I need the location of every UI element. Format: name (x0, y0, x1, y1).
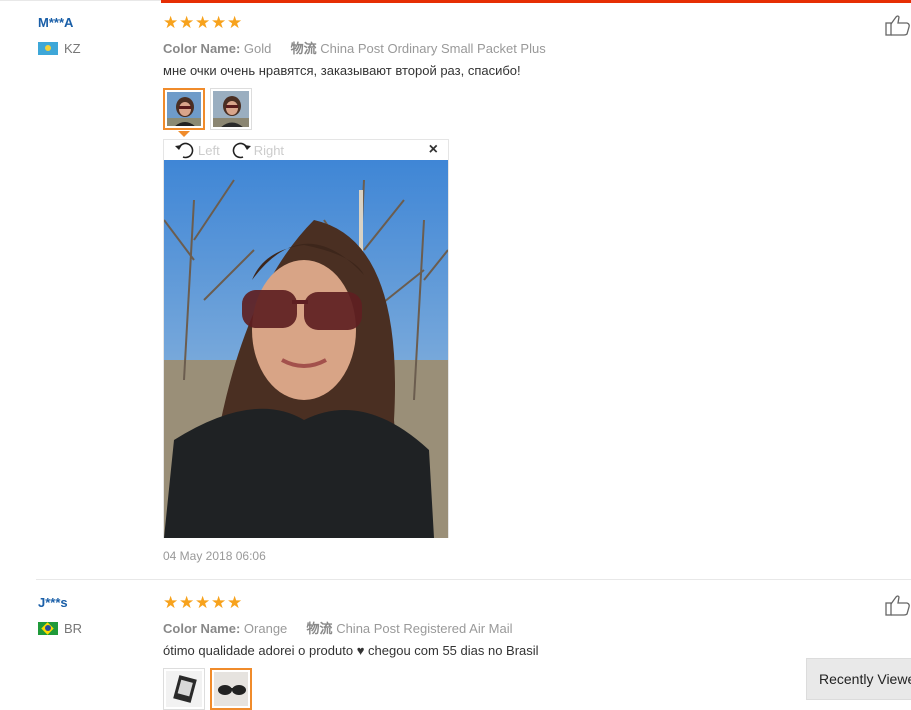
br-flag-icon (38, 622, 58, 635)
thumbs-up-icon (885, 15, 910, 36)
rotate-left-icon (175, 142, 194, 159)
star-icon: ★ (195, 13, 211, 32)
star-icon: ★ (163, 593, 179, 612)
review-photo-thumb[interactable] (210, 668, 252, 710)
review-item: J***s BR ★ ★ ★ ★ ★ Color Name: Orange 物流… (0, 580, 911, 710)
recently-viewed-button[interactable]: Recently Viewed (806, 658, 911, 700)
reviewer-country: KZ (38, 41, 81, 56)
country-code: KZ (64, 41, 81, 56)
like-button[interactable] (885, 14, 911, 36)
viewer-toolbar: Left Right × (164, 140, 448, 160)
thumb-image (213, 91, 249, 127)
color-value: Gold (243, 41, 272, 56)
photo-viewer: Left Right × (163, 139, 449, 538)
color-value: Orange (243, 621, 288, 636)
shipping-label: 物流 (306, 621, 333, 636)
thumb-pointer (178, 131, 190, 137)
review-item: M***A KZ ★ ★ ★ ★ ★ Color Name: Gold 物流 C… (0, 0, 911, 580)
color-label: Color Name: (163, 621, 241, 636)
thumb-image (214, 672, 248, 706)
shipping-value: China Post Ordinary Small Packet Plus (320, 41, 546, 56)
review-date: 04 May 2018 06:06 (163, 549, 266, 563)
review-photo-thumb[interactable] (163, 88, 205, 130)
star-rating: ★ ★ ★ ★ ★ (163, 593, 243, 612)
rotate-right-icon (232, 142, 251, 159)
thumb-image (167, 92, 201, 126)
review-photo-large (164, 160, 448, 538)
star-icon: ★ (179, 13, 195, 32)
reviewer-name: J***s (38, 595, 68, 610)
shipping-label: 物流 (290, 41, 317, 56)
rotate-left-label: Left (198, 142, 220, 158)
reviewer-name: M***A (38, 15, 74, 30)
star-icon: ★ (195, 593, 211, 612)
thumb-image (166, 671, 202, 707)
shipping-value: China Post Registered Air Mail (336, 621, 513, 636)
country-code: BR (64, 621, 83, 636)
review-text: мне очки очень нравятся, заказывают втор… (163, 63, 521, 78)
rotate-left-button[interactable]: Left (174, 140, 220, 160)
star-rating: ★ ★ ★ ★ ★ (163, 13, 243, 32)
rotate-right-button[interactable]: Right (230, 140, 284, 160)
review-photo-thumb[interactable] (210, 88, 252, 130)
star-icon: ★ (227, 593, 243, 612)
star-icon: ★ (227, 13, 243, 32)
close-icon[interactable]: × (429, 141, 438, 159)
thumbs-up-icon (885, 595, 910, 616)
star-icon: ★ (179, 593, 195, 612)
kz-flag-icon (38, 42, 58, 55)
star-icon: ★ (211, 593, 227, 612)
review-photo-thumb[interactable] (163, 668, 205, 710)
order-meta: Color Name: Orange 物流 China Post Registe… (163, 618, 513, 637)
review-text: ótimo qualidade adorei o produto ♥ chego… (163, 643, 539, 658)
star-icon: ★ (163, 13, 179, 32)
rotate-right-label: Right (253, 142, 285, 158)
reviewer-country: BR (38, 621, 82, 636)
order-meta: Color Name: Gold 物流 China Post Ordinary … (163, 38, 546, 57)
color-label: Color Name: (163, 41, 241, 56)
star-icon: ★ (211, 13, 227, 32)
like-button[interactable] (885, 594, 911, 616)
